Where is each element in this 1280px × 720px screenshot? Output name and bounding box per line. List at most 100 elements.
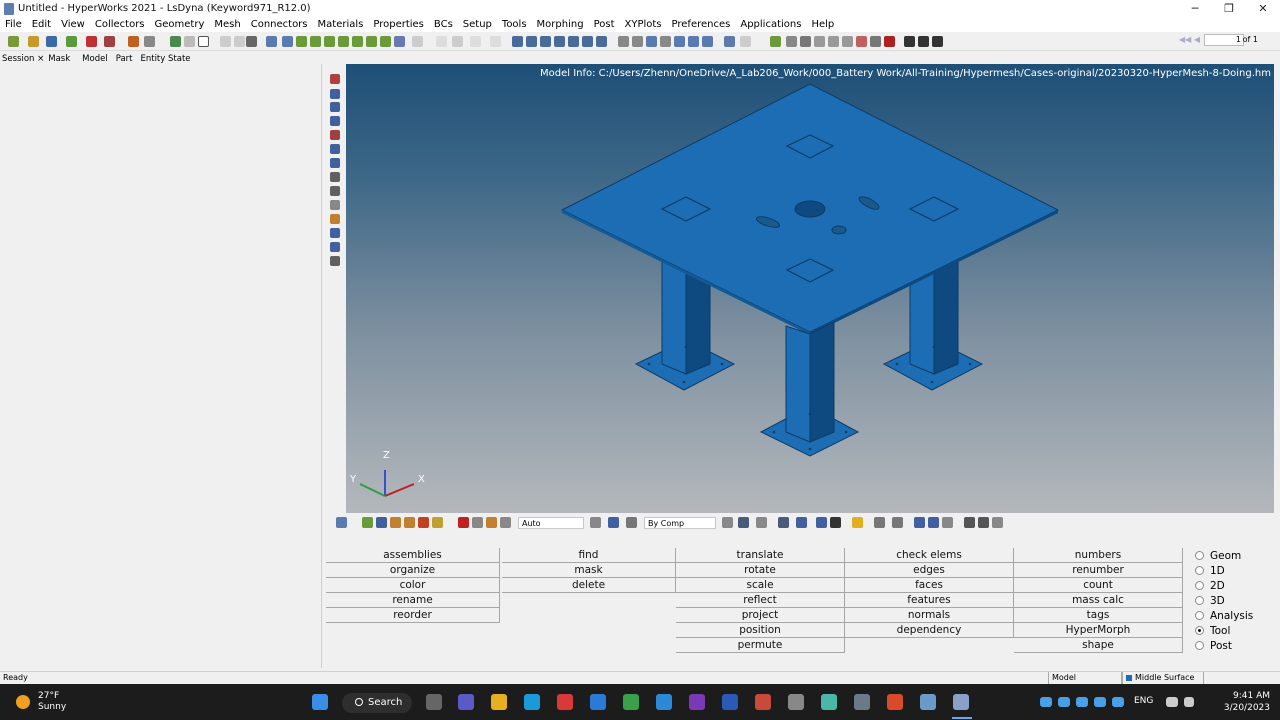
menu-applications[interactable]: Applications (735, 19, 806, 30)
tab-part[interactable]: Part (114, 54, 135, 64)
windows-start-icon[interactable] (312, 694, 328, 710)
select-box-icon[interactable] (324, 36, 335, 47)
image-viewer-icon[interactable] (920, 694, 936, 710)
radio-post[interactable]: Post (1192, 638, 1276, 653)
view-bottom-icon[interactable] (540, 36, 551, 47)
radio-tool[interactable]: Tool (1192, 623, 1276, 638)
topology-icon[interactable] (816, 517, 827, 528)
maximize-button[interactable]: ❐ (1212, 0, 1246, 17)
refresh-icon[interactable] (942, 517, 953, 528)
select-alt-icon[interactable] (310, 36, 321, 47)
arrow-down-icon[interactable] (688, 36, 699, 47)
vtool-9-icon[interactable] (330, 186, 340, 196)
zoom-in-icon[interactable] (618, 36, 629, 47)
zoom-icon[interactable] (266, 36, 277, 47)
view-front-icon[interactable] (554, 36, 565, 47)
edge-icon[interactable] (524, 694, 540, 710)
line-icon[interactable] (756, 517, 767, 528)
normals-button[interactable]: normals (845, 608, 1014, 623)
show-icon[interactable] (362, 517, 373, 528)
word-icon[interactable] (722, 694, 738, 710)
tab-mask[interactable]: Mask (46, 54, 72, 64)
measure-icon[interactable] (770, 36, 781, 47)
view-back-icon[interactable] (568, 36, 579, 47)
undo-icon[interactable] (724, 36, 735, 47)
export-icon[interactable] (86, 36, 97, 47)
menu-view[interactable]: View (56, 19, 90, 30)
user-profile-icon[interactable] (128, 36, 139, 47)
cube-dark-icon[interactable] (626, 517, 637, 528)
rotate-button[interactable]: rotate (676, 563, 845, 578)
delete-button[interactable]: delete (502, 578, 676, 593)
menu-morphing[interactable]: Morphing (532, 19, 589, 30)
reverse-icon[interactable] (418, 517, 429, 528)
open-model-icon[interactable] (28, 36, 39, 47)
fit-icon[interactable] (632, 36, 643, 47)
tab-entity-state[interactable]: Entity State (138, 54, 192, 64)
pin-icon[interactable] (500, 517, 511, 528)
radio-dot[interactable] (1195, 611, 1204, 620)
save-model-icon[interactable] (46, 36, 57, 47)
view-top-icon[interactable] (526, 36, 537, 47)
app-s-icon[interactable] (557, 694, 573, 710)
radio-dot-checked[interactable] (1195, 626, 1204, 635)
vtool-5-icon[interactable] (330, 130, 340, 140)
mass-calc-button[interactable]: mass calc (1014, 593, 1183, 608)
delete-red-icon[interactable] (458, 517, 469, 528)
minus-icon[interactable] (964, 517, 975, 528)
slack-icon[interactable] (821, 694, 837, 710)
faces-button[interactable]: faces (845, 578, 1014, 593)
vtool-12-icon[interactable] (330, 228, 340, 238)
shade-alt-icon[interactable] (738, 517, 749, 528)
radio-geom[interactable]: Geom (1192, 548, 1276, 563)
view-right-icon[interactable] (596, 36, 607, 47)
display-icon[interactable] (170, 36, 181, 47)
position-button[interactable]: position (676, 623, 845, 638)
vtool-6-icon[interactable] (330, 144, 340, 154)
tool-red-icon[interactable] (884, 36, 895, 47)
cube-shade-icon[interactable] (828, 36, 839, 47)
vtool-7-icon[interactable] (330, 158, 340, 168)
section-icon[interactable] (874, 517, 885, 528)
pdf-icon[interactable] (755, 694, 771, 710)
menu-connectors[interactable]: Connectors (246, 19, 313, 30)
onedrive-alt-icon[interactable] (1058, 697, 1070, 707)
menu-help[interactable]: Help (806, 19, 839, 30)
display-alt-icon[interactable] (184, 36, 195, 47)
features-button[interactable]: features (845, 593, 1014, 608)
star-icon[interactable] (852, 517, 863, 528)
menu-geometry[interactable]: Geometry (150, 19, 210, 30)
reflect-button[interactable]: reflect (676, 593, 845, 608)
select-icon[interactable] (296, 36, 307, 47)
view-iso-icon[interactable] (512, 36, 523, 47)
light-icon[interactable] (856, 36, 867, 47)
filter-icon[interactable] (432, 517, 443, 528)
isolate-alt-icon[interactable] (404, 517, 415, 528)
menu-collectors[interactable]: Collectors (90, 19, 150, 30)
grid-icon[interactable] (220, 36, 231, 47)
hide-icon[interactable] (376, 517, 387, 528)
select-path-icon[interactable] (394, 36, 405, 47)
menu-setup[interactable]: Setup (458, 19, 497, 30)
menu-preferences[interactable]: Preferences (667, 19, 736, 30)
mail-icon[interactable] (590, 694, 606, 710)
radio-dot[interactable] (1195, 581, 1204, 590)
vtool-14-icon[interactable] (330, 256, 340, 266)
weather-widget[interactable]: 27°F Sunny (16, 691, 66, 713)
vtool-4-icon[interactable] (330, 116, 340, 126)
language-indicator[interactable]: ENG (1134, 696, 1153, 706)
cube-alt-icon[interactable] (870, 36, 881, 47)
lasso-icon[interactable] (590, 517, 601, 528)
cloud-icon[interactable] (1076, 697, 1088, 707)
cloud-alt-icon[interactable] (1094, 697, 1106, 707)
import-icon[interactable] (66, 36, 77, 47)
cube-wire-icon[interactable] (814, 36, 825, 47)
rename-button[interactable]: rename (326, 593, 500, 608)
mask-button[interactable]: mask (502, 563, 676, 578)
export-solver-icon[interactable] (104, 36, 115, 47)
options-icon[interactable] (144, 36, 155, 47)
display-tray-icon[interactable] (1166, 697, 1178, 707)
vtool-3-icon[interactable] (330, 102, 340, 112)
radio-dot[interactable] (1195, 641, 1204, 650)
radio-analysis[interactable]: Analysis (1192, 608, 1276, 623)
